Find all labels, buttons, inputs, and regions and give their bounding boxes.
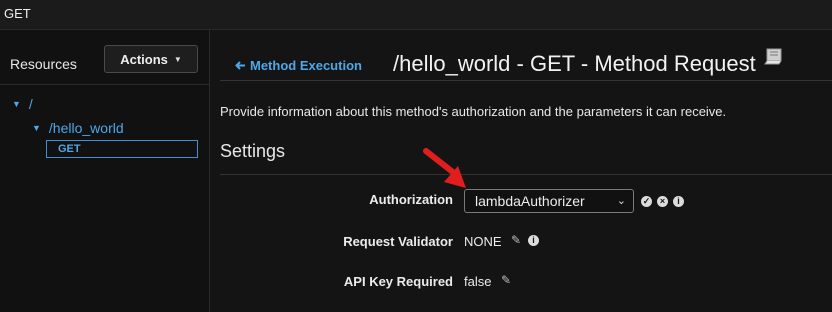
request-validator-value: NONE <box>464 234 502 249</box>
tree-item-label: /hello_world <box>48 120 124 136</box>
actions-button[interactable]: Actions ▼ <box>104 45 198 73</box>
settings-divider <box>220 174 832 175</box>
expand-triangle-icon[interactable]: ▼ <box>32 123 41 133</box>
tree-item-get-selected[interactable]: GET <box>46 140 198 158</box>
cancel-x-icon[interactable]: × <box>657 196 668 207</box>
pencil-edit-icon[interactable]: ✎ <box>501 273 511 287</box>
tree-item-root[interactable]: ▼ / <box>12 96 33 112</box>
settings-heading: Settings <box>220 141 286 161</box>
api-key-required-label: API Key Required <box>343 274 453 289</box>
expand-triangle-icon[interactable]: ▼ <box>12 99 21 109</box>
authorization-label: Authorization <box>369 192 453 207</box>
tree-item-hello-world[interactable]: ▼ /hello_world <box>32 120 124 136</box>
pencil-edit-icon[interactable]: ✎ <box>511 233 521 247</box>
breadcrumb: GET <box>4 6 31 21</box>
caret-down-icon: ▼ <box>173 54 182 64</box>
sidebar-divider <box>0 84 209 85</box>
request-validator-label: Request Validator <box>343 234 453 249</box>
arrow-left-icon <box>235 61 245 70</box>
page-description: Provide information about this method's … <box>220 104 727 119</box>
authorization-value: lambdaAuthorizer <box>475 193 585 209</box>
method-execution-label: Method Execution <box>250 58 362 73</box>
chevron-down-icon: ⌄ <box>616 195 626 207</box>
api-key-required-value: false <box>464 274 492 289</box>
authorization-select[interactable]: lambdaAuthorizer ⌄ <box>464 189 634 213</box>
book-icon[interactable] <box>763 47 785 65</box>
tree-item-label: / <box>28 96 33 112</box>
actions-button-label: Actions <box>120 51 168 67</box>
sidebar-title: Resources <box>10 56 77 72</box>
red-arrow-annotation <box>423 148 466 188</box>
info-icon[interactable]: i <box>673 196 684 207</box>
page-title: /hello_world - GET - Method Request <box>393 51 756 76</box>
resources-sidebar: Resources Actions ▼ ▼ / ▼ /hello_world G… <box>0 30 210 312</box>
title-divider <box>220 80 832 81</box>
main-panel: Method Execution /hello_world - GET - Me… <box>210 30 832 312</box>
confirm-check-icon[interactable]: ✓ <box>641 196 652 207</box>
top-bar: GET <box>0 0 832 30</box>
info-icon[interactable]: i <box>528 235 539 246</box>
method-execution-link[interactable]: Method Execution <box>235 58 362 73</box>
